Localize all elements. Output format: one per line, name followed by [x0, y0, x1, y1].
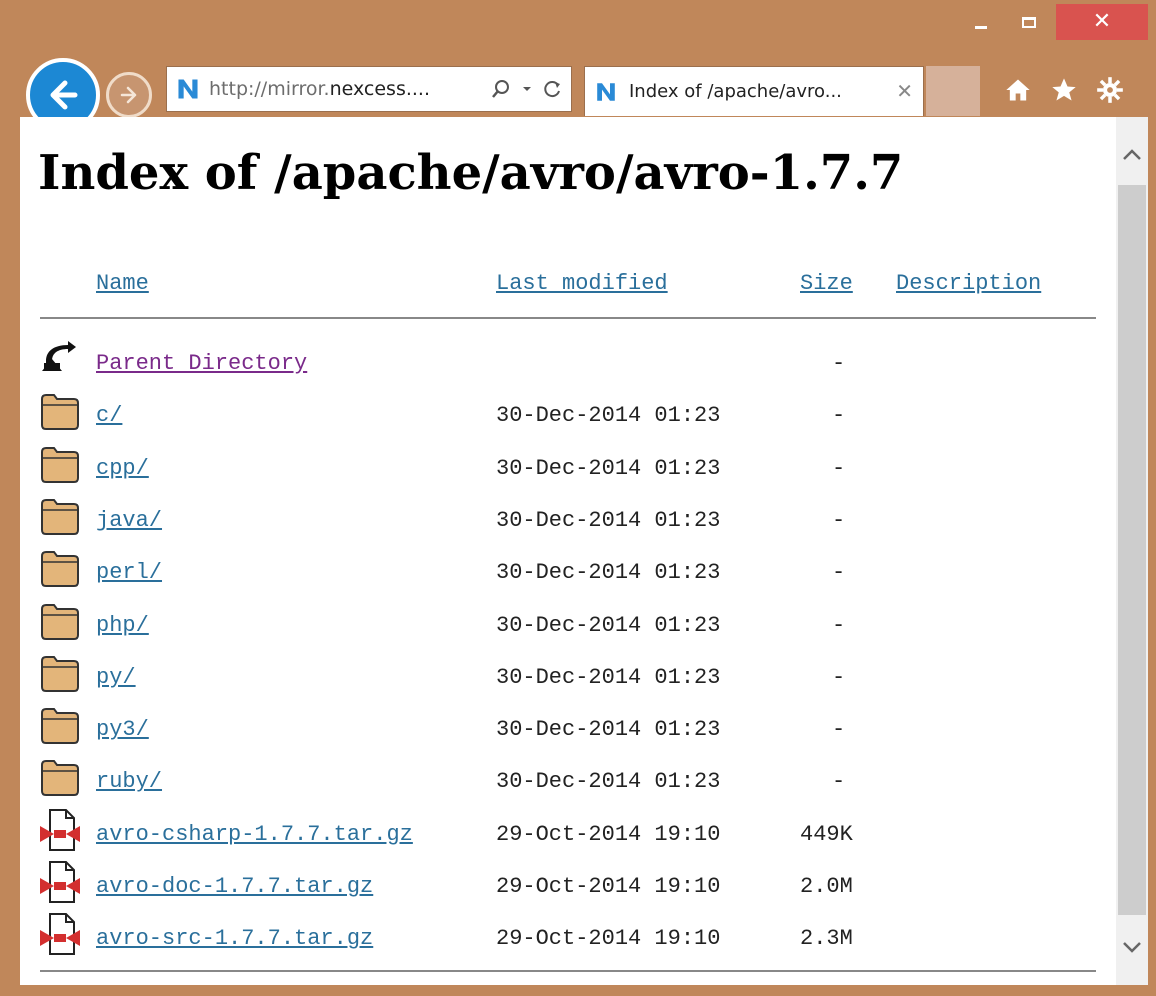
- size-value: -: [832, 507, 846, 533]
- close-icon: ✕: [1092, 9, 1112, 34]
- header-divider: [40, 317, 1096, 319]
- new-tab-button[interactable]: [926, 66, 980, 116]
- browser-window: ✕ http://mirror.nexcess.... Index of /ap…: [0, 0, 1156, 996]
- scroll-up-icon[interactable]: [1116, 135, 1148, 175]
- archive-icon: [38, 912, 82, 956]
- size-value: 2.0M: [800, 874, 853, 899]
- back-arrow-icon: [50, 80, 78, 110]
- size-value: -: [832, 612, 846, 638]
- site-favicon-icon: [173, 74, 203, 104]
- folder-icon: [38, 599, 82, 643]
- size-value: -: [832, 769, 846, 795]
- last-modified-value: 30-Dec-2014 01:23: [496, 507, 721, 533]
- last-modified-value: 29-Oct-2014 19:10: [496, 874, 721, 899]
- column-header-name[interactable]: Name: [96, 271, 149, 296]
- vertical-scrollbar[interactable]: [1116, 117, 1148, 985]
- table-row: py/30-Dec-2014 01:23 -: [20, 651, 1116, 703]
- table-row: c/30-Dec-2014 01:23 -: [20, 389, 1116, 441]
- table-row: Parent Directory -: [20, 337, 1116, 389]
- last-modified-value: 30-Dec-2014 01:23: [496, 664, 721, 690]
- maximize-icon: [1022, 16, 1036, 28]
- tab-favicon-icon: [591, 77, 621, 107]
- home-icon[interactable]: [1000, 72, 1036, 108]
- address-bar[interactable]: http://mirror.nexcess....: [166, 66, 572, 112]
- folder-icon: [38, 546, 82, 590]
- size-value: -: [832, 560, 846, 586]
- minimize-icon: [975, 25, 987, 29]
- scroll-down-icon[interactable]: [1116, 927, 1148, 967]
- size-value: -: [832, 455, 846, 481]
- column-header-size[interactable]: Size: [800, 271, 853, 296]
- size-value: -: [832, 403, 846, 429]
- tab-active[interactable]: Index of /apache/avro... ✕: [584, 66, 924, 116]
- file-link[interactable]: ruby/: [96, 769, 162, 794]
- file-link[interactable]: java/: [96, 508, 162, 533]
- folder-icon: [38, 389, 82, 433]
- url-text: http://mirror.nexcess....: [209, 78, 431, 100]
- file-link[interactable]: avro-doc-1.7.7.tar.gz: [96, 874, 373, 899]
- size-value: 2.3M: [800, 926, 853, 952]
- file-link[interactable]: py3/: [96, 717, 149, 742]
- size-value: 449K: [800, 821, 853, 847]
- folder-icon: [38, 651, 82, 695]
- file-link[interactable]: Parent Directory: [96, 351, 307, 376]
- last-modified-value: 30-Dec-2014 01:23: [496, 560, 721, 586]
- gear-icon[interactable]: [1092, 72, 1128, 108]
- refresh-icon[interactable]: [543, 79, 563, 99]
- table-row: py3/30-Dec-2014 01:23 -: [20, 703, 1116, 755]
- last-modified-value: 30-Dec-2014 01:23: [496, 403, 721, 429]
- table-row: avro-src-1.7.7.tar.gz 29-Oct-2014 19:10 2.…: [20, 912, 1116, 964]
- table-row: cpp/30-Dec-2014 01:23 -: [20, 442, 1116, 494]
- file-link[interactable]: avro-csharp-1.7.7.tar.gz: [96, 822, 413, 847]
- last-modified-value: 29-Oct-2014 19:10: [496, 926, 721, 952]
- last-modified-value: 30-Dec-2014 01:23: [496, 769, 721, 795]
- back-icon: [38, 337, 82, 381]
- forward-arrow-icon: [120, 86, 137, 104]
- forward-button[interactable]: [106, 72, 152, 118]
- maximize-button[interactable]: [1006, 6, 1052, 38]
- file-link[interactable]: avro-src-1.7.7.tar.gz: [96, 926, 373, 951]
- scrollbar-thumb[interactable]: [1118, 185, 1146, 915]
- file-link[interactable]: cpp/: [96, 456, 149, 481]
- folder-icon: [38, 442, 82, 486]
- column-header-description[interactable]: Description: [896, 271, 1041, 296]
- last-modified-value: 30-Dec-2014 01:23: [496, 455, 721, 481]
- search-icon[interactable]: [491, 79, 511, 99]
- tab-title: Index of /apache/avro...: [629, 81, 842, 102]
- file-link[interactable]: php/: [96, 613, 149, 638]
- footer-divider: [40, 970, 1096, 972]
- table-row: ruby/30-Dec-2014 01:23 -: [20, 755, 1116, 807]
- file-link[interactable]: py/: [96, 665, 136, 690]
- file-link[interactable]: perl/: [96, 560, 162, 585]
- chevron-down-icon[interactable]: [521, 83, 533, 95]
- folder-icon: [38, 494, 82, 538]
- page-content: Index of /apache/avro/avro-1.7.7 Name La…: [20, 117, 1116, 985]
- favorites-star-icon[interactable]: [1046, 72, 1082, 108]
- last-modified-value: 30-Dec-2014 01:23: [496, 717, 721, 743]
- column-header-last-modified[interactable]: Last modified: [496, 271, 668, 296]
- archive-icon: [38, 808, 82, 852]
- table-row: php/30-Dec-2014 01:23 -: [20, 599, 1116, 651]
- folder-icon: [38, 755, 82, 799]
- folder-icon: [38, 703, 82, 747]
- page-title: Index of /apache/avro/avro-1.7.7: [38, 145, 904, 201]
- last-modified-value: 30-Dec-2014 01:23: [496, 612, 721, 638]
- table-row: java/30-Dec-2014 01:23 -: [20, 494, 1116, 546]
- size-value: -: [832, 664, 846, 690]
- table-row: avro-csharp-1.7.7.tar.gz 29-Oct-2014 19:1…: [20, 808, 1116, 860]
- minimize-button[interactable]: [958, 6, 1004, 38]
- size-value: -: [832, 351, 846, 376]
- last-modified-value: 29-Oct-2014 19:10: [496, 821, 721, 847]
- size-value: -: [832, 717, 846, 743]
- file-link[interactable]: c/: [96, 403, 122, 428]
- tab-close-icon[interactable]: ✕: [896, 79, 913, 103]
- table-row: perl/30-Dec-2014 01:23 -: [20, 546, 1116, 598]
- archive-icon: [38, 860, 82, 904]
- close-window-button[interactable]: ✕: [1056, 4, 1148, 40]
- table-row: avro-doc-1.7.7.tar.gz 29-Oct-2014 19:10 2.…: [20, 860, 1116, 912]
